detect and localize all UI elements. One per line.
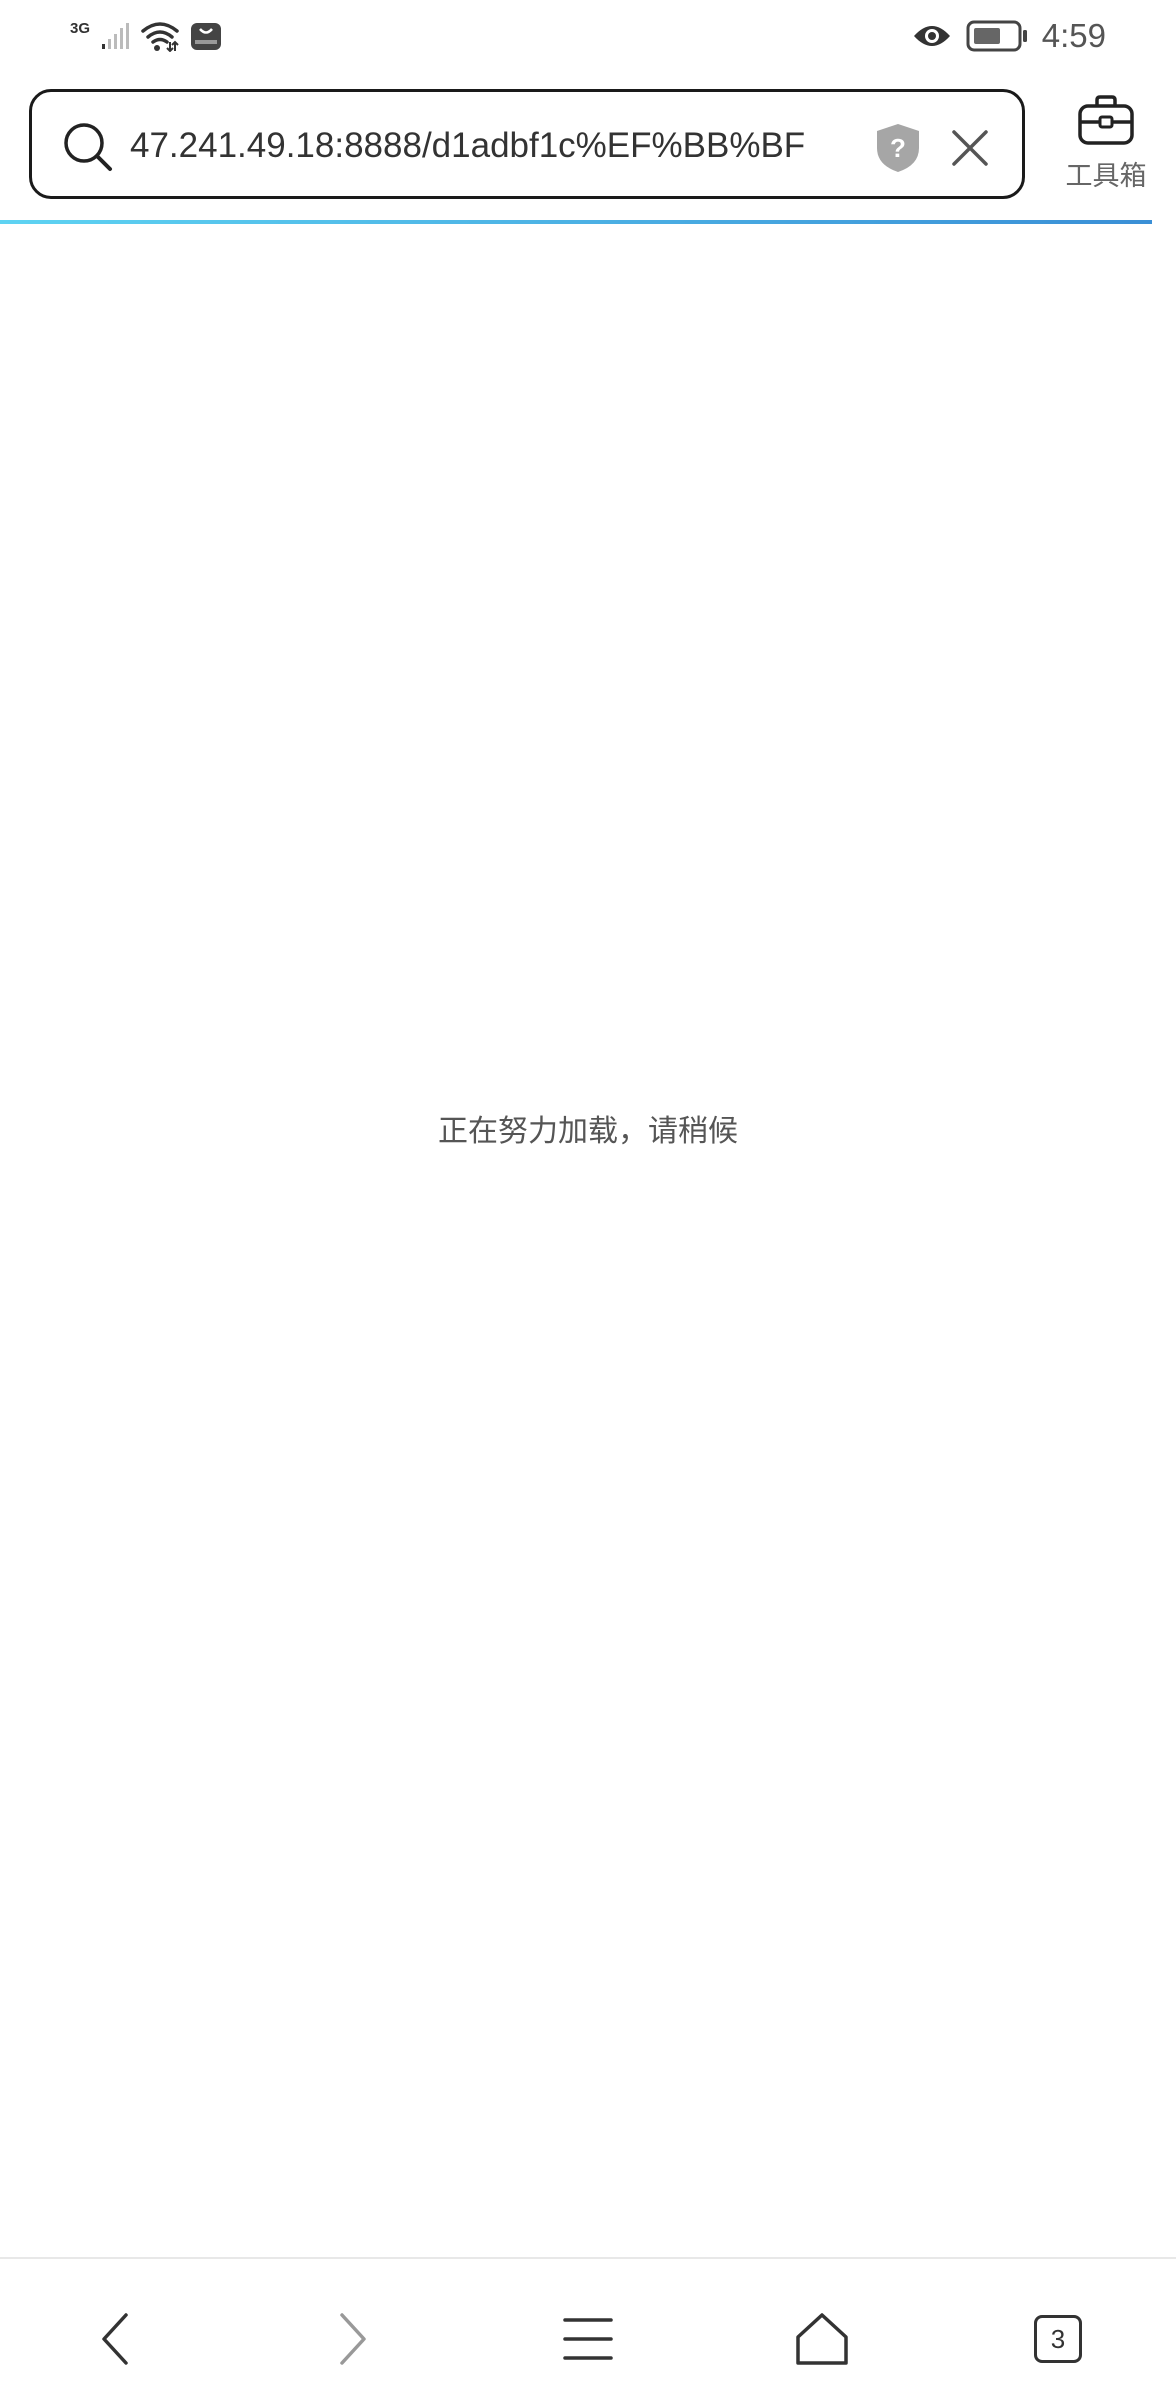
- toolbox-button[interactable]: 工具箱: [1058, 94, 1154, 198]
- shield-question-icon[interactable]: ?: [874, 122, 922, 174]
- url-text[interactable]: 47.241.49.18:8888/d1adbf1c%EF%BB%BF: [130, 118, 870, 174]
- bottom-nav: 3: [0, 2257, 1176, 2400]
- status-bar-left: 3G: [70, 18, 222, 54]
- home-icon: [796, 2313, 848, 2365]
- back-button[interactable]: [76, 2299, 156, 2379]
- forward-icon: [340, 2313, 366, 2365]
- menu-button[interactable]: [548, 2299, 628, 2379]
- huawei-store-icon: [191, 23, 222, 50]
- tabs-button[interactable]: 3: [1018, 2299, 1098, 2379]
- address-row: 47.241.49.18:8888/d1adbf1c%EF%BB%BF ? 工具…: [0, 86, 1176, 224]
- wifi-icon: [141, 22, 179, 52]
- status-clock: 4:59: [1041, 17, 1106, 54]
- status-bar-right: 4:59: [912, 14, 1106, 58]
- menu-icon: [563, 2318, 613, 2360]
- toolbox-label: 工具箱: [1065, 161, 1147, 192]
- eye-icon: [913, 26, 950, 46]
- search-icon: [64, 123, 112, 171]
- browser-page: 3G 4:59 47.241.49.18:8888/d1adbf1c%EF%BB…: [0, 0, 1176, 2400]
- home-button[interactable]: [782, 2299, 862, 2379]
- tab-count: 3: [1050, 2323, 1066, 2354]
- network-type-label: 3G: [70, 20, 91, 37]
- signal-icon: [102, 23, 130, 49]
- close-icon[interactable]: [950, 128, 990, 168]
- tabs-icon: 3: [1034, 2315, 1082, 2363]
- forward-button[interactable]: [312, 2299, 392, 2379]
- back-icon: [102, 2313, 128, 2365]
- status-bar: 3G 4:59: [0, 0, 1176, 72]
- loading-message: 正在努力加载，请稍候: [438, 1114, 738, 1149]
- toolbox-icon: [1078, 95, 1134, 145]
- loading-progress-bar: [0, 220, 1152, 224]
- url-input[interactable]: 47.241.49.18:8888/d1adbf1c%EF%BB%BF ?: [29, 89, 1025, 199]
- battery-icon: [966, 20, 1027, 52]
- svg-text:?: ?: [890, 133, 906, 163]
